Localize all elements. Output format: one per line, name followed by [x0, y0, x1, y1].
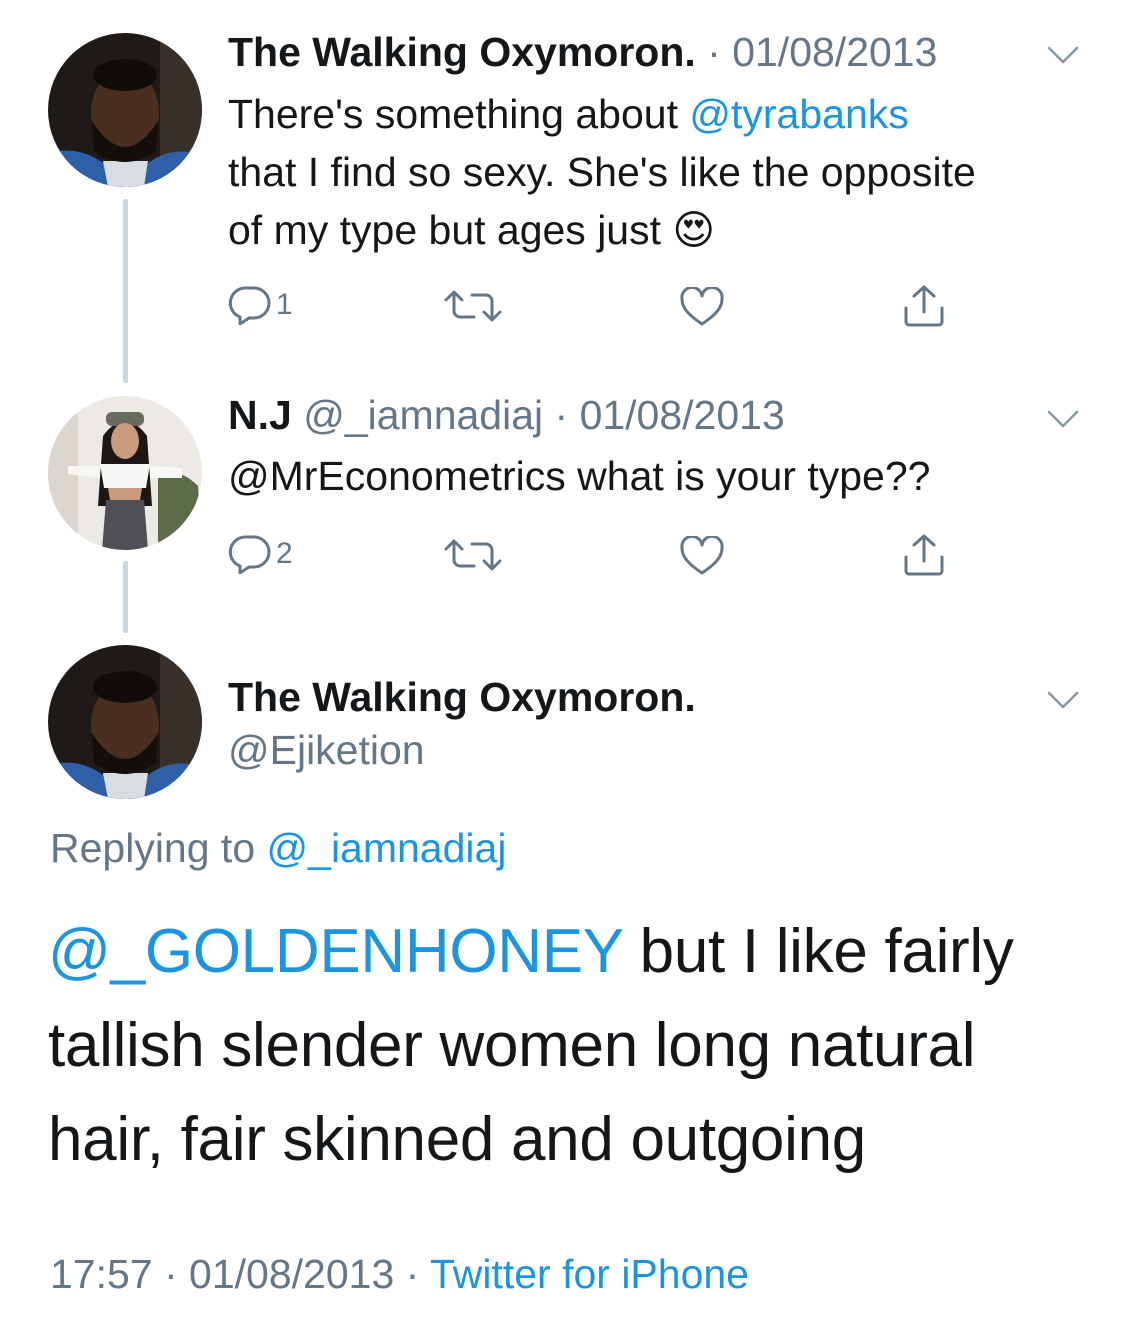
avatar[interactable] — [48, 396, 202, 550]
tweet-date: 01/08/2013 — [189, 1251, 395, 1297]
reply-count: 2 — [276, 537, 293, 570]
reply-button[interactable]: 2 — [228, 534, 293, 574]
chevron-down-icon[interactable] — [1046, 408, 1080, 430]
tweet-text: @_GOLDENHONEY but I like fairly tallish … — [48, 905, 1088, 1187]
chevron-down-icon[interactable] — [1046, 44, 1080, 66]
author-name[interactable]: N.J — [228, 392, 292, 438]
tweet-header: The Walking Oxymoron. · 01/08/2013 — [228, 27, 937, 77]
reply-icon — [228, 286, 271, 325]
replying-to: Replying to @_iamnadiaj — [50, 822, 506, 874]
tweet-text: @MrEconometrics what is your type?? — [228, 453, 931, 499]
thread-line — [123, 199, 128, 383]
tweet-text-line: hair, fair skinned and outgoing — [48, 1105, 866, 1174]
author-name[interactable]: The Walking Oxymoron. — [228, 672, 696, 722]
retweet-icon — [444, 290, 502, 322]
tweet-text-line: of my type but ages just — [228, 207, 673, 253]
author-name[interactable]: The Walking Oxymoron. — [228, 29, 696, 75]
author-handle[interactable]: @_iamnadiaj — [292, 392, 543, 438]
reply-count: 1 — [276, 288, 293, 321]
mention-link[interactable]: @tyrabanks — [689, 91, 908, 137]
tweet-time: 17:57 — [50, 1251, 153, 1297]
avatar[interactable] — [48, 33, 202, 187]
heart-eyes-emoji: 😍 — [672, 206, 716, 254]
mention-link[interactable]: @_GOLDENHONEY — [48, 917, 623, 986]
thread-line — [123, 561, 128, 633]
tweet-text: There's something about @tyrabanks that … — [228, 85, 1088, 259]
like-icon — [680, 287, 724, 326]
reply-button[interactable]: 1 — [228, 285, 293, 325]
mention-link[interactable]: @_iamnadiaj — [267, 825, 507, 871]
retweet-button[interactable] — [442, 537, 504, 573]
separator: · — [152, 1251, 190, 1297]
like-button[interactable] — [679, 287, 725, 327]
share-icon — [904, 285, 944, 327]
retweet-icon — [444, 539, 502, 571]
replying-label: Replying to — [50, 825, 267, 871]
tweet-text-line: There's something about — [228, 91, 690, 137]
tweet-text-line: tallish slender women long natural — [48, 1011, 976, 1080]
tweet-text-line: that I find so sexy. She's like the oppo… — [228, 149, 976, 195]
separator: · — [695, 29, 733, 75]
source-link[interactable]: Twitter for iPhone — [430, 1251, 749, 1297]
retweet-button[interactable] — [442, 288, 504, 324]
share-icon — [904, 534, 944, 576]
tweet-date[interactable]: 01/08/2013 — [732, 29, 937, 75]
separator: · — [394, 1251, 430, 1297]
separator: · — [543, 392, 580, 438]
share-button[interactable] — [902, 284, 946, 328]
tweet-header: N.J @_iamnadiaj · 01/08/2013 — [228, 390, 785, 440]
share-button[interactable] — [902, 533, 946, 577]
tweet-text-line: but I like fairly — [622, 917, 1014, 986]
chevron-down-icon[interactable] — [1046, 689, 1080, 711]
avatar[interactable] — [48, 645, 202, 799]
tweet-date[interactable]: 01/08/2013 — [580, 392, 785, 438]
like-button[interactable] — [679, 536, 725, 576]
like-icon — [680, 536, 724, 575]
tweet-meta: 17:57 · 01/08/2013 · Twitter for iPhone — [50, 1248, 749, 1300]
author-handle[interactable]: @Ejiketion — [228, 725, 425, 775]
reply-icon — [228, 535, 271, 574]
